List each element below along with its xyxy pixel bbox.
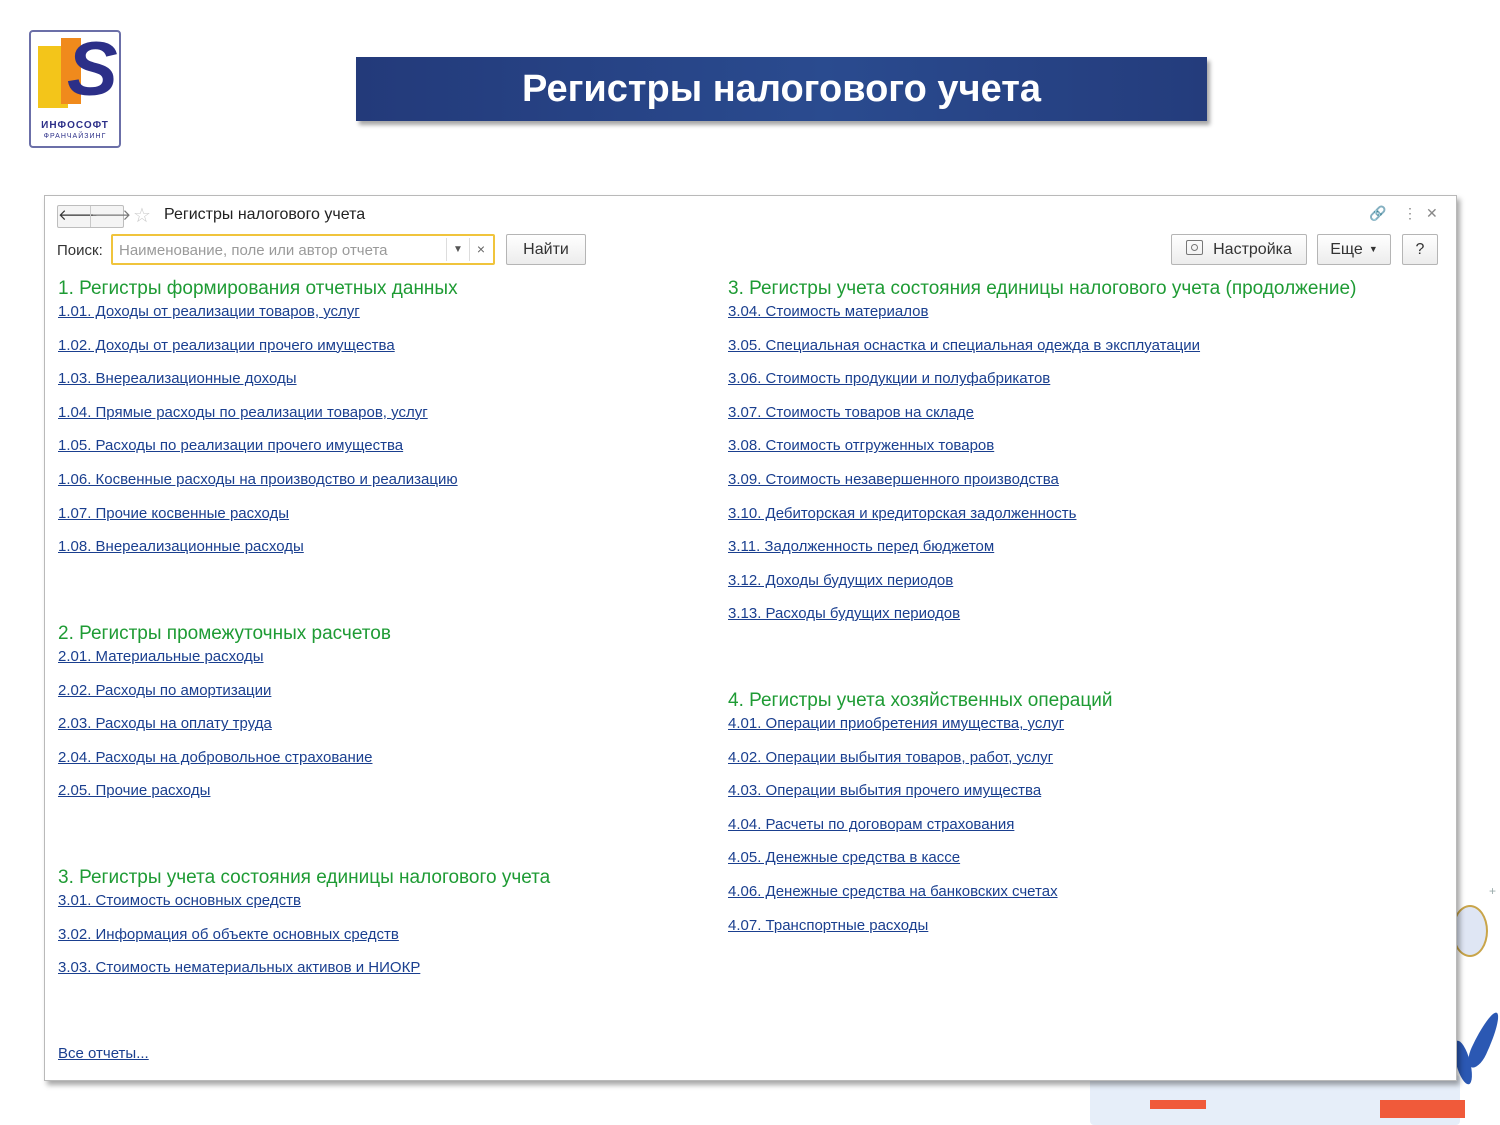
slide-title: Регистры налогового учета (356, 57, 1207, 121)
report-link[interactable]: 3.07. Стоимость товаров на складе (728, 403, 1356, 437)
help-button[interactable]: ? (1402, 234, 1438, 265)
logo-brand: ИНФОСОФТ (41, 120, 109, 131)
decorative-bar (1150, 1100, 1206, 1109)
report-link[interactable]: 3.08. Стоимость отгруженных товаров (728, 436, 1356, 470)
report-link[interactable]: 2.02. Расходы по амортизации (58, 681, 391, 715)
section-title: 3. Регистры учета состояния единицы нало… (58, 867, 551, 888)
report-link[interactable]: 3.04. Стоимость материалов (728, 302, 1356, 336)
section-1: 1. Регистры формирования отчетных данных… (58, 275, 458, 571)
section-title: 1. Регистры формирования отчетных данных (58, 278, 458, 299)
report-link[interactable]: 1.05. Расходы по реализации прочего имущ… (58, 436, 458, 470)
report-link[interactable]: 3.02. Информация об объекте основных сре… (58, 925, 550, 959)
more-label: Еще (1330, 241, 1363, 258)
settings-label: Настройка (1213, 241, 1292, 258)
report-link[interactable]: 4.03. Операции выбытия прочего имущества (728, 781, 1112, 815)
report-link[interactable]: 2.03. Расходы на оплату труда (58, 714, 391, 748)
report-link[interactable]: 4.06. Денежные средства на банковских сч… (728, 882, 1112, 916)
section-2: 2. Регистры промежуточных расчетов 2.01.… (58, 620, 391, 815)
window-title: Регистры налогового учета (164, 206, 366, 223)
report-link[interactable]: 4.02. Операции выбытия товаров, работ, у… (728, 748, 1112, 782)
report-link[interactable]: 3.05. Специальная оснастка и специальная… (728, 336, 1356, 370)
report-link[interactable]: 2.01. Материальные расходы (58, 647, 391, 681)
emblem-icon (1452, 905, 1488, 957)
find-button[interactable]: Найти (506, 234, 586, 265)
search-field[interactable]: ▼ × (111, 234, 495, 265)
close-icon[interactable]: ✕ (1426, 205, 1438, 222)
infosoft-logo: S ИНФОСОФТ ФРАНЧАЙЗИНГ (29, 30, 121, 148)
report-link[interactable]: 2.04. Расходы на добровольное страховани… (58, 748, 391, 782)
section-3-continued: 3. Регистры учета состояния единицы нало… (728, 275, 1356, 638)
report-link[interactable]: 3.13. Расходы будущих периодов (728, 604, 1356, 638)
report-link[interactable]: 1.03. Внереализационные доходы (58, 369, 458, 403)
forward-arrow-icon[interactable]: 🡒 (90, 206, 131, 227)
report-link[interactable]: 1.04. Прямые расходы по реализации товар… (58, 403, 458, 437)
logo-sub: ФРАНЧАЙЗИНГ (43, 133, 107, 140)
chevron-down-icon: ▼ (1368, 244, 1378, 254)
report-link[interactable]: 3.12. Доходы будущих периодов (728, 571, 1356, 605)
report-link[interactable]: 4.05. Денежные средства в кассе (728, 848, 1112, 882)
logo-s-glyph: S (67, 27, 118, 112)
clear-icon[interactable]: × (469, 238, 492, 261)
plus-sparkle-icon: + (1489, 884, 1497, 898)
report-link[interactable]: 2.05. Прочие расходы (58, 781, 391, 815)
report-link[interactable]: 3.11. Задолженность перед бюджетом (728, 537, 1356, 571)
report-link[interactable]: 1.01. Доходы от реализации товаров, услу… (58, 302, 458, 336)
report-link[interactable]: 4.04. Расчеты по договорам страхования (728, 815, 1112, 849)
settings-icon (1186, 240, 1204, 255)
report-link[interactable]: 1.02. Доходы от реализации прочего имуще… (58, 336, 458, 370)
favorite-star-icon[interactable]: ☆ (133, 203, 151, 228)
search-input[interactable] (117, 239, 447, 262)
search-label: Поиск: (57, 242, 103, 259)
report-link[interactable]: 3.01. Стоимость основных средств (58, 891, 550, 925)
report-link[interactable]: 1.07. Прочие косвенные расходы (58, 504, 458, 538)
all-reports-link[interactable]: Все отчеты... (58, 1045, 149, 1062)
dropdown-arrow-icon[interactable]: ▼ (446, 238, 469, 261)
section-title: 2. Регистры промежуточных расчетов (58, 623, 391, 644)
report-link[interactable]: 3.03. Стоимость нематериальных активов и… (58, 958, 550, 992)
report-link[interactable]: 3.06. Стоимость продукции и полуфабрикат… (728, 369, 1356, 403)
report-link[interactable]: 3.09. Стоимость незавершенного производс… (728, 470, 1356, 504)
decorative-bar (1380, 1100, 1465, 1118)
report-link[interactable]: 4.01. Операции приобретения имущества, у… (728, 714, 1112, 748)
section-title: 4. Регистры учета хозяйственных операций (728, 690, 1113, 711)
section-4: 4. Регистры учета хозяйственных операций… (728, 687, 1112, 949)
more-button[interactable]: Еще ▼ (1317, 234, 1391, 265)
section-3: 3. Регистры учета состояния единицы нало… (58, 864, 550, 992)
back-arrow-icon[interactable]: 🡐 (58, 206, 98, 227)
report-link[interactable]: 3.10. Дебиторская и кредиторская задолже… (728, 504, 1356, 538)
report-link[interactable]: 1.08. Внереализационные расходы (58, 537, 458, 571)
history-nav: 🡐 🡒 (57, 205, 131, 228)
report-link[interactable]: 4.07. Транспортные расходы (728, 916, 1112, 950)
section-title: 3. Регистры учета состояния единицы нало… (728, 278, 1357, 299)
report-window: 🡐 🡒 ☆ Регистры налогового учета 🔗 ⋮ ✕ По… (44, 195, 1457, 1081)
settings-button[interactable]: Настройка (1171, 234, 1307, 265)
link-icon[interactable]: 🔗 (1369, 205, 1386, 222)
more-vertical-icon[interactable]: ⋮ (1403, 205, 1417, 222)
report-link[interactable]: 1.06. Косвенные расходы на производство … (58, 470, 458, 504)
